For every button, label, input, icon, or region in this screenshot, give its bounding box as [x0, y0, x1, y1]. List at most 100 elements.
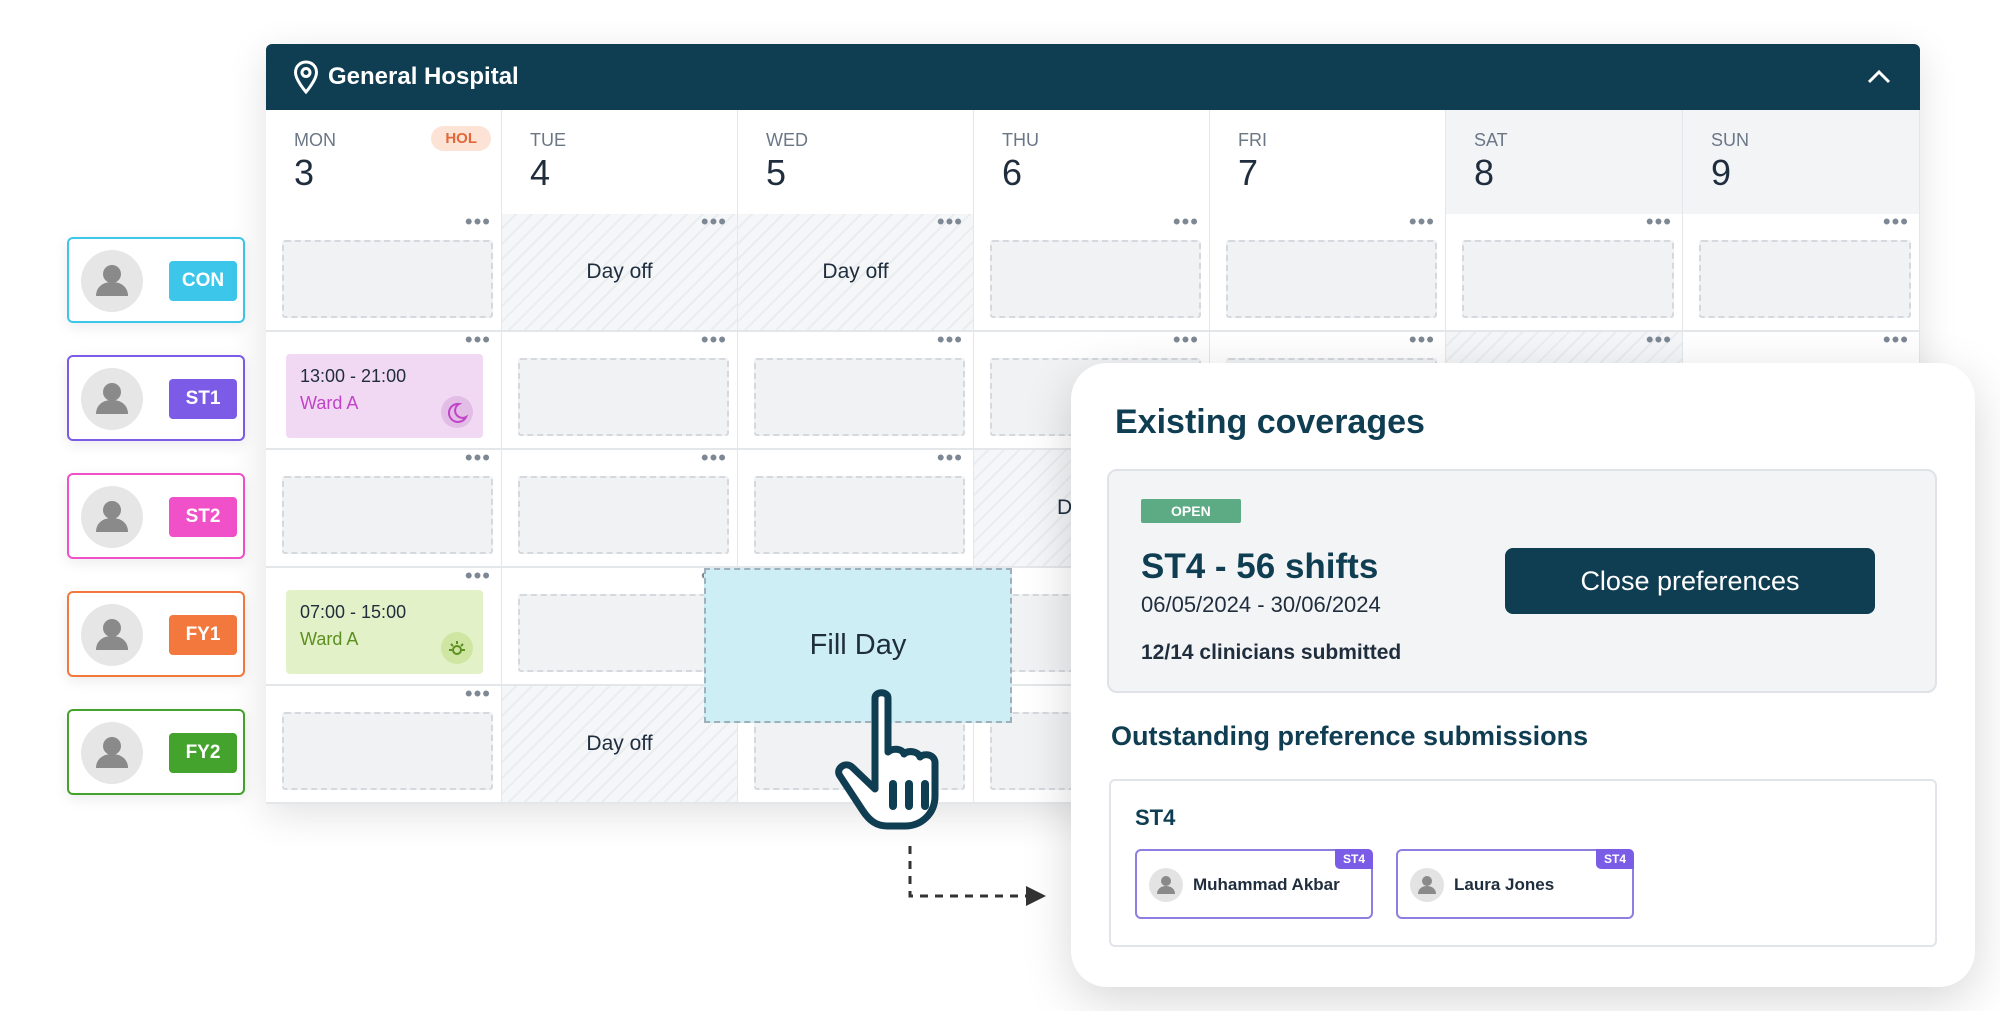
status-badge: OPEN [1141, 499, 1241, 523]
clinician-chip[interactable]: Muhammad Akbar ST4 [1135, 849, 1373, 919]
empty-slot[interactable] [1699, 240, 1911, 318]
more-options-icon[interactable]: ••• [465, 565, 491, 587]
shift-cell[interactable]: ••• [266, 211, 502, 332]
shift-card[interactable]: 07:00 - 15:00 Ward A [286, 590, 483, 674]
day-off-cell[interactable]: ••• Day off [502, 211, 738, 332]
more-options-icon[interactable]: ••• [1646, 329, 1672, 351]
avatar [81, 604, 143, 666]
shift-cell[interactable]: ••• [266, 683, 502, 804]
existing-coverages-panel: Existing coverages OPEN ST4 - 56 shifts … [1071, 363, 1975, 987]
more-options-icon[interactable]: ••• [701, 211, 727, 233]
empty-slot[interactable] [518, 594, 729, 672]
shift-cell[interactable]: ••• [974, 211, 1210, 332]
shift-cell[interactable]: ••• [1683, 211, 1920, 332]
shift-cell[interactable]: ••• [1210, 211, 1446, 332]
submission-count: 12/14 clinicians submitted [1141, 641, 1402, 664]
day-off-cell[interactable]: Day off [502, 686, 738, 804]
dashed-arrow-icon [900, 840, 1050, 915]
day-number: 6 [1002, 152, 1023, 193]
day-name: THU [1002, 130, 1039, 150]
empty-slot[interactable] [754, 476, 965, 554]
shift-cell[interactable]: ••• 07:00 - 15:00 Ward A [266, 565, 502, 686]
shift-cell[interactable]: ••• [738, 447, 974, 568]
shift-cell[interactable]: ••• 13:00 - 21:00 Ward A [266, 329, 502, 450]
day-off-label: Day off [586, 260, 653, 283]
shift-cell[interactable]: ••• [738, 329, 974, 450]
empty-slot[interactable] [518, 476, 729, 554]
more-options-icon[interactable]: ••• [1409, 211, 1435, 233]
shift-card[interactable]: 13:00 - 21:00 Ward A [286, 354, 483, 438]
more-options-icon[interactable]: ••• [937, 211, 963, 233]
avatar [81, 368, 143, 430]
empty-slot[interactable] [754, 358, 965, 436]
moon-icon [441, 396, 473, 428]
empty-slot[interactable] [990, 240, 1201, 318]
outstanding-title: Outstanding preference submissions [1111, 721, 1589, 751]
clinician-chip[interactable]: Laura Jones ST4 [1396, 849, 1634, 919]
role-badge: ST1 [169, 379, 237, 419]
day-number: 3 [294, 152, 315, 193]
day-name: SUN [1711, 130, 1750, 150]
more-options-icon[interactable]: ••• [465, 211, 491, 233]
empty-slot[interactable] [282, 712, 493, 790]
grade-tag: ST4 [1334, 849, 1373, 869]
avatar [1149, 868, 1183, 902]
role-card-st2[interactable]: ST2 [67, 473, 245, 559]
avatar [81, 486, 143, 548]
chevron-up-icon[interactable] [1866, 64, 1892, 95]
role-card-st1[interactable]: ST1 [67, 355, 245, 441]
role-card-con[interactable]: CON [67, 237, 245, 323]
more-options-icon[interactable]: ••• [465, 447, 491, 469]
more-options-icon[interactable]: ••• [701, 447, 727, 469]
day-name: SAT [1474, 130, 1508, 150]
calendar-header: General Hospital [266, 44, 1920, 110]
day-name: WED [766, 130, 808, 150]
location-pin-icon [293, 60, 319, 99]
empty-slot[interactable] [282, 240, 493, 318]
empty-slot[interactable] [518, 358, 729, 436]
avatar [81, 250, 143, 312]
hospital-name: General Hospital [328, 63, 519, 90]
coverage-dates: 06/05/2024 - 30/06/2024 [1141, 592, 1381, 617]
role-badge: CON [169, 261, 237, 301]
role-badge: FY2 [169, 733, 237, 773]
day-off-cell[interactable]: ••• Day off [738, 211, 974, 332]
shift-cell[interactable]: ••• [502, 565, 738, 686]
more-options-icon[interactable]: ••• [937, 447, 963, 469]
grade-tag: ST4 [1595, 849, 1634, 869]
more-options-icon[interactable]: ••• [701, 329, 727, 351]
avatar [81, 722, 143, 784]
more-options-icon[interactable]: ••• [1883, 329, 1909, 351]
more-options-icon[interactable]: ••• [1173, 329, 1199, 351]
more-options-icon[interactable]: ••• [937, 329, 963, 351]
more-options-icon[interactable]: ••• [1883, 211, 1909, 233]
shift-cell[interactable]: ••• [1446, 211, 1683, 332]
day-name: TUE [530, 130, 566, 150]
more-options-icon[interactable]: ••• [1173, 211, 1199, 233]
shift-cell[interactable]: ••• [502, 447, 738, 568]
shift-time: 13:00 - 21:00 [300, 366, 407, 386]
shift-cell[interactable]: ••• [502, 329, 738, 450]
empty-slot[interactable] [1462, 240, 1674, 318]
close-preferences-button[interactable]: Close preferences [1505, 548, 1875, 614]
empty-slot[interactable] [1226, 240, 1437, 318]
clinician-name: Laura Jones [1454, 875, 1555, 894]
day-name: MON [294, 130, 336, 150]
shift-cell[interactable]: ••• [266, 447, 502, 568]
more-options-icon[interactable]: ••• [1409, 329, 1435, 351]
clinician-name: Muhammad Akbar [1193, 875, 1340, 894]
more-options-icon[interactable]: ••• [465, 329, 491, 351]
fill-day-label: Fill Day [809, 629, 907, 661]
holiday-badge: HOL [431, 126, 491, 151]
avatar [1410, 868, 1444, 902]
role-card-fy2[interactable]: FY2 [67, 709, 245, 795]
day-number: 5 [766, 152, 787, 193]
day-number: 7 [1238, 152, 1259, 193]
more-options-icon[interactable]: ••• [465, 683, 491, 705]
coverage-card: OPEN ST4 - 56 shifts 06/05/2024 - 30/06/… [1107, 469, 1937, 693]
panel-title: Existing coverages [1115, 403, 1425, 441]
empty-slot[interactable] [282, 476, 493, 554]
day-off-label: Day off [822, 260, 889, 283]
role-card-fy1[interactable]: FY1 [67, 591, 245, 677]
more-options-icon[interactable]: ••• [1646, 211, 1672, 233]
